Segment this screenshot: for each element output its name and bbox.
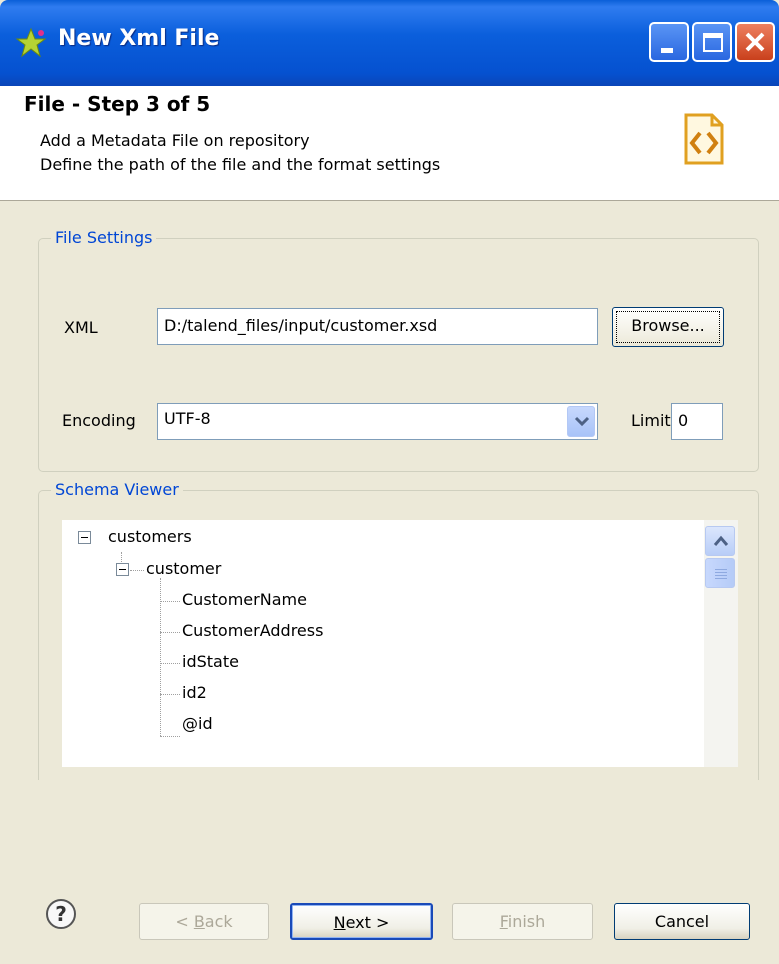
wizard-header: File - Step 3 of 5 Add a Metadata File o… bbox=[0, 86, 779, 201]
back-mnemonic: B bbox=[193, 912, 205, 931]
limit-input[interactable]: 0 bbox=[671, 403, 723, 440]
browse-label: Browse... bbox=[631, 316, 705, 335]
scroll-thumb[interactable] bbox=[705, 558, 735, 588]
maximize-icon bbox=[703, 33, 723, 52]
finish-mnemonic: F bbox=[499, 912, 508, 931]
tree-connector bbox=[160, 694, 180, 695]
description-line-2: Define the path of the file and the form… bbox=[40, 155, 441, 174]
tree-node-leaf[interactable]: id2 bbox=[182, 683, 207, 702]
tree-node-customer[interactable]: customer bbox=[146, 559, 221, 578]
next-button[interactable]: Next > bbox=[290, 903, 433, 940]
talend-star-icon bbox=[15, 27, 47, 58]
chevron-down-icon bbox=[574, 416, 590, 427]
encoding-label: Encoding bbox=[62, 411, 136, 430]
encoding-dropdown-button[interactable] bbox=[567, 406, 595, 437]
tree-vertical-scrollbar[interactable] bbox=[704, 520, 738, 767]
encoding-value: UTF-8 bbox=[164, 409, 211, 428]
file-settings-legend: File Settings bbox=[51, 228, 157, 247]
finish-button[interactable]: Finish bbox=[452, 903, 593, 940]
xml-label: XML bbox=[64, 318, 98, 337]
chevron-up-icon bbox=[713, 535, 729, 546]
help-icon[interactable]: ? bbox=[45, 898, 77, 930]
collapse-icon[interactable] bbox=[116, 563, 129, 576]
step-title: File - Step 3 of 5 bbox=[24, 92, 211, 116]
next-mnemonic: N bbox=[333, 913, 346, 932]
window-title: New Xml File bbox=[58, 26, 220, 51]
browse-button[interactable]: Browse... bbox=[612, 307, 724, 347]
tree-node-leaf[interactable]: CustomerName bbox=[182, 590, 307, 609]
close-button[interactable] bbox=[735, 22, 775, 62]
scroll-up-button[interactable] bbox=[705, 526, 735, 556]
minimize-button[interactable] bbox=[649, 22, 689, 62]
back-prefix: < bbox=[175, 912, 194, 931]
back-button[interactable]: < Back bbox=[139, 903, 269, 940]
xml-path-input[interactable]: D:/talend_files/input/customer.xsd bbox=[157, 308, 598, 345]
maximize-button[interactable] bbox=[692, 22, 732, 62]
tree-node-customers[interactable]: customers bbox=[108, 527, 192, 546]
next-label-rest: ext > bbox=[345, 913, 390, 932]
tree-connector bbox=[160, 663, 180, 664]
limit-label: Limit bbox=[631, 411, 671, 430]
finish-label-rest: inish bbox=[507, 912, 546, 931]
encoding-select[interactable]: UTF-8 bbox=[157, 403, 598, 440]
tree-node-leaf[interactable]: CustomerAddress bbox=[182, 621, 323, 640]
description-line-1: Add a Metadata File on repository bbox=[40, 131, 310, 150]
title-bar[interactable]: New Xml File bbox=[0, 0, 779, 86]
new-xml-file-dialog: New Xml File File - Step 3 of 5 Add a Me… bbox=[0, 0, 779, 964]
tree-connector bbox=[160, 736, 180, 737]
tree-node-leaf[interactable]: @id bbox=[182, 714, 213, 733]
schema-viewer-legend: Schema Viewer bbox=[51, 480, 183, 499]
tree-connector bbox=[160, 632, 180, 633]
tree-connector bbox=[160, 601, 180, 602]
back-label-rest: ack bbox=[204, 912, 233, 931]
svg-text:?: ? bbox=[55, 902, 67, 926]
minimize-icon bbox=[661, 48, 673, 53]
close-icon bbox=[745, 32, 765, 52]
tree-connector bbox=[130, 570, 144, 571]
xml-file-icon bbox=[684, 113, 724, 165]
tree-node-leaf[interactable]: idState bbox=[182, 652, 239, 671]
collapse-icon[interactable] bbox=[78, 531, 91, 544]
schema-tree[interactable]: customers customer CustomerName Customer… bbox=[62, 520, 738, 767]
cancel-button[interactable]: Cancel bbox=[614, 903, 750, 940]
